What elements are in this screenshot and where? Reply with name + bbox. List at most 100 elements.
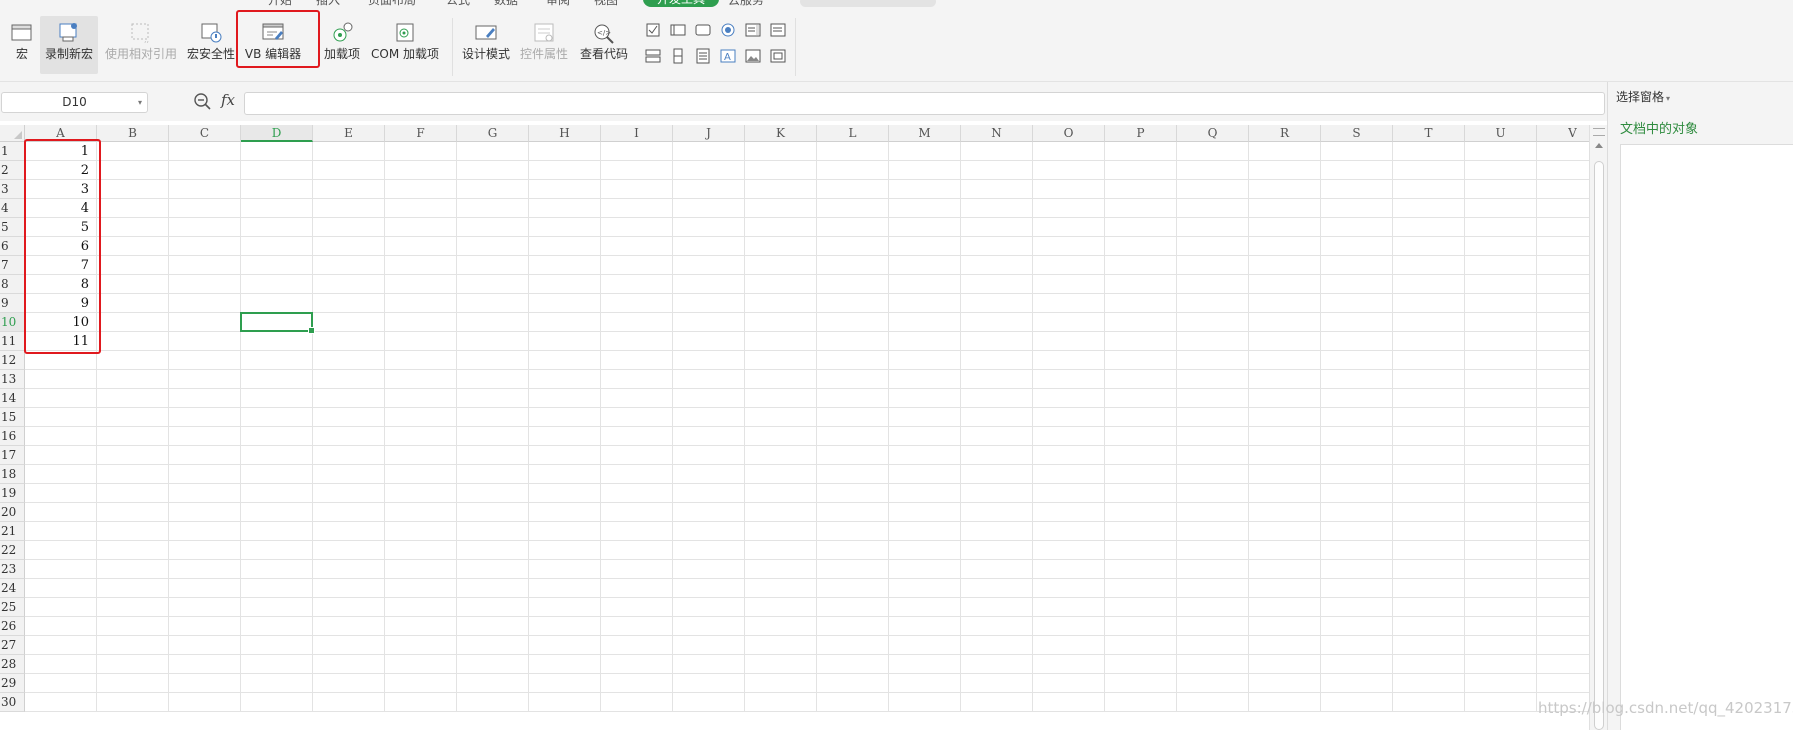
- column-header[interactable]: E: [313, 125, 385, 142]
- caret-down-icon[interactable]: ▾: [1666, 94, 1670, 103]
- more-controls-icon[interactable]: [770, 48, 786, 64]
- column-header[interactable]: C: [169, 125, 241, 142]
- column-header[interactable]: S: [1321, 125, 1393, 142]
- row-header[interactable]: 2: [0, 161, 25, 180]
- option-button-icon[interactable]: [720, 22, 736, 38]
- tab-3[interactable]: 公式: [446, 0, 470, 8]
- search-box[interactable]: [800, 0, 936, 7]
- spin-control-icon[interactable]: [670, 48, 686, 64]
- row-header[interactable]: 3: [0, 180, 25, 199]
- row-header[interactable]: 13: [0, 370, 25, 389]
- image-control-icon[interactable]: [745, 48, 761, 64]
- column-header[interactable]: T: [1393, 125, 1465, 142]
- row-header[interactable]: 25: [0, 598, 25, 617]
- macro-button[interactable]: 宏: [8, 16, 36, 74]
- row-header[interactable]: 20: [0, 503, 25, 522]
- checkbox-control-icon[interactable]: [645, 22, 661, 38]
- name-box[interactable]: D10 ▾: [1, 92, 148, 113]
- row-header[interactable]: 1: [0, 142, 25, 161]
- column-header[interactable]: R: [1249, 125, 1321, 142]
- vertical-scrollbar[interactable]: [1589, 125, 1607, 730]
- row-header[interactable]: 21: [0, 522, 25, 541]
- column-header[interactable]: L: [817, 125, 889, 142]
- row-header[interactable]: 8: [0, 275, 25, 294]
- formula-input[interactable]: [244, 92, 1605, 115]
- row-header[interactable]: 24: [0, 579, 25, 598]
- textbox-control-icon[interactable]: [695, 48, 711, 64]
- row-header[interactable]: 10: [0, 313, 25, 332]
- objects-list[interactable]: [1620, 144, 1793, 730]
- column-header[interactable]: J: [673, 125, 745, 142]
- button-control-icon[interactable]: [695, 22, 711, 38]
- row-header[interactable]: 11: [0, 332, 25, 351]
- column-header[interactable]: U: [1465, 125, 1537, 142]
- ribbon-separator-2: [795, 18, 796, 76]
- listbox-control-icon[interactable]: [745, 22, 761, 38]
- row-header[interactable]: 16: [0, 427, 25, 446]
- tab-5[interactable]: 审阅: [546, 0, 570, 8]
- row-header[interactable]: 7: [0, 256, 25, 275]
- design-mode-button[interactable]: 设计模式: [460, 16, 512, 74]
- row-header[interactable]: 27: [0, 636, 25, 655]
- column-header[interactable]: V: [1537, 125, 1589, 142]
- row-header[interactable]: 28: [0, 655, 25, 674]
- zoom-icon[interactable]: [193, 92, 213, 112]
- row-header[interactable]: 22: [0, 541, 25, 560]
- split-handle-icon[interactable]: [1593, 128, 1605, 136]
- column-header[interactable]: M: [889, 125, 961, 142]
- tab-6[interactable]: 视图: [594, 0, 618, 8]
- combobox-control-icon[interactable]: [770, 22, 786, 38]
- column-header[interactable]: P: [1105, 125, 1177, 142]
- view-code-button[interactable]: </> 查看代码: [576, 16, 632, 74]
- column-header[interactable]: Q: [1177, 125, 1249, 142]
- record-macro-button[interactable]: 录制新宏: [40, 16, 98, 74]
- row-header[interactable]: 23: [0, 560, 25, 579]
- chevron-down-icon[interactable]: ▾: [138, 93, 142, 112]
- column-header[interactable]: O: [1033, 125, 1105, 142]
- scroll-thumb[interactable]: [1594, 161, 1604, 730]
- select-all-corner[interactable]: [0, 125, 25, 142]
- column-header[interactable]: G: [457, 125, 529, 142]
- macro-security-button[interactable]: 宏安全性: [186, 16, 236, 74]
- row-header[interactable]: 19: [0, 484, 25, 503]
- row-header[interactable]: 14: [0, 389, 25, 408]
- com-addins-button[interactable]: COM 加载项: [368, 16, 442, 74]
- row-header[interactable]: 26: [0, 617, 25, 636]
- relative-reference-button[interactable]: ,, 使用相对引用: [102, 16, 180, 74]
- tab-8[interactable]: 云服务: [728, 0, 764, 8]
- tab-4[interactable]: 数据: [494, 0, 518, 8]
- frame-control-icon[interactable]: [670, 22, 686, 38]
- column-header[interactable]: D: [241, 125, 313, 142]
- column-header[interactable]: F: [385, 125, 457, 142]
- row-header[interactable]: 12: [0, 351, 25, 370]
- control-properties-button[interactable]: 控件属性: [518, 16, 570, 74]
- addins-button[interactable]: 加载项: [320, 16, 364, 74]
- row-header[interactable]: 29: [0, 674, 25, 693]
- tab-0[interactable]: 开始: [268, 0, 292, 8]
- grid-row-line: [25, 198, 1589, 199]
- label-control-icon[interactable]: A: [720, 48, 736, 64]
- tab-7[interactable]: 开发工具: [643, 0, 720, 7]
- column-header[interactable]: H: [529, 125, 601, 142]
- column-header[interactable]: N: [961, 125, 1033, 142]
- active-cell[interactable]: [240, 312, 315, 334]
- pane-title[interactable]: 选择窗格 ▾: [1616, 88, 1670, 105]
- column-header[interactable]: I: [601, 125, 673, 142]
- row-header[interactable]: 15: [0, 408, 25, 427]
- row-header[interactable]: 18: [0, 465, 25, 484]
- row-header[interactable]: 30: [0, 693, 25, 712]
- row-header[interactable]: 5: [0, 218, 25, 237]
- fx-icon[interactable]: fx: [221, 91, 235, 109]
- row-header[interactable]: 17: [0, 446, 25, 465]
- row-header[interactable]: 4: [0, 199, 25, 218]
- grid-row-line: [25, 483, 1589, 484]
- row-header[interactable]: 6: [0, 237, 25, 256]
- row-header[interactable]: 9: [0, 294, 25, 313]
- column-header[interactable]: K: [745, 125, 817, 142]
- column-header[interactable]: B: [97, 125, 169, 142]
- scroll-up-icon[interactable]: [1595, 143, 1603, 148]
- worksheet-grid[interactable]: A B C D E F G H I J K L M N O P Q R S T U V 1 2 3 4 5 6 7 8 9 10 11 12 13 1…: [0, 125, 1589, 730]
- tab-2[interactable]: 页面布局: [368, 0, 416, 8]
- tab-1[interactable]: 插入: [316, 0, 340, 8]
- scrollbar-control-icon[interactable]: [645, 48, 661, 64]
